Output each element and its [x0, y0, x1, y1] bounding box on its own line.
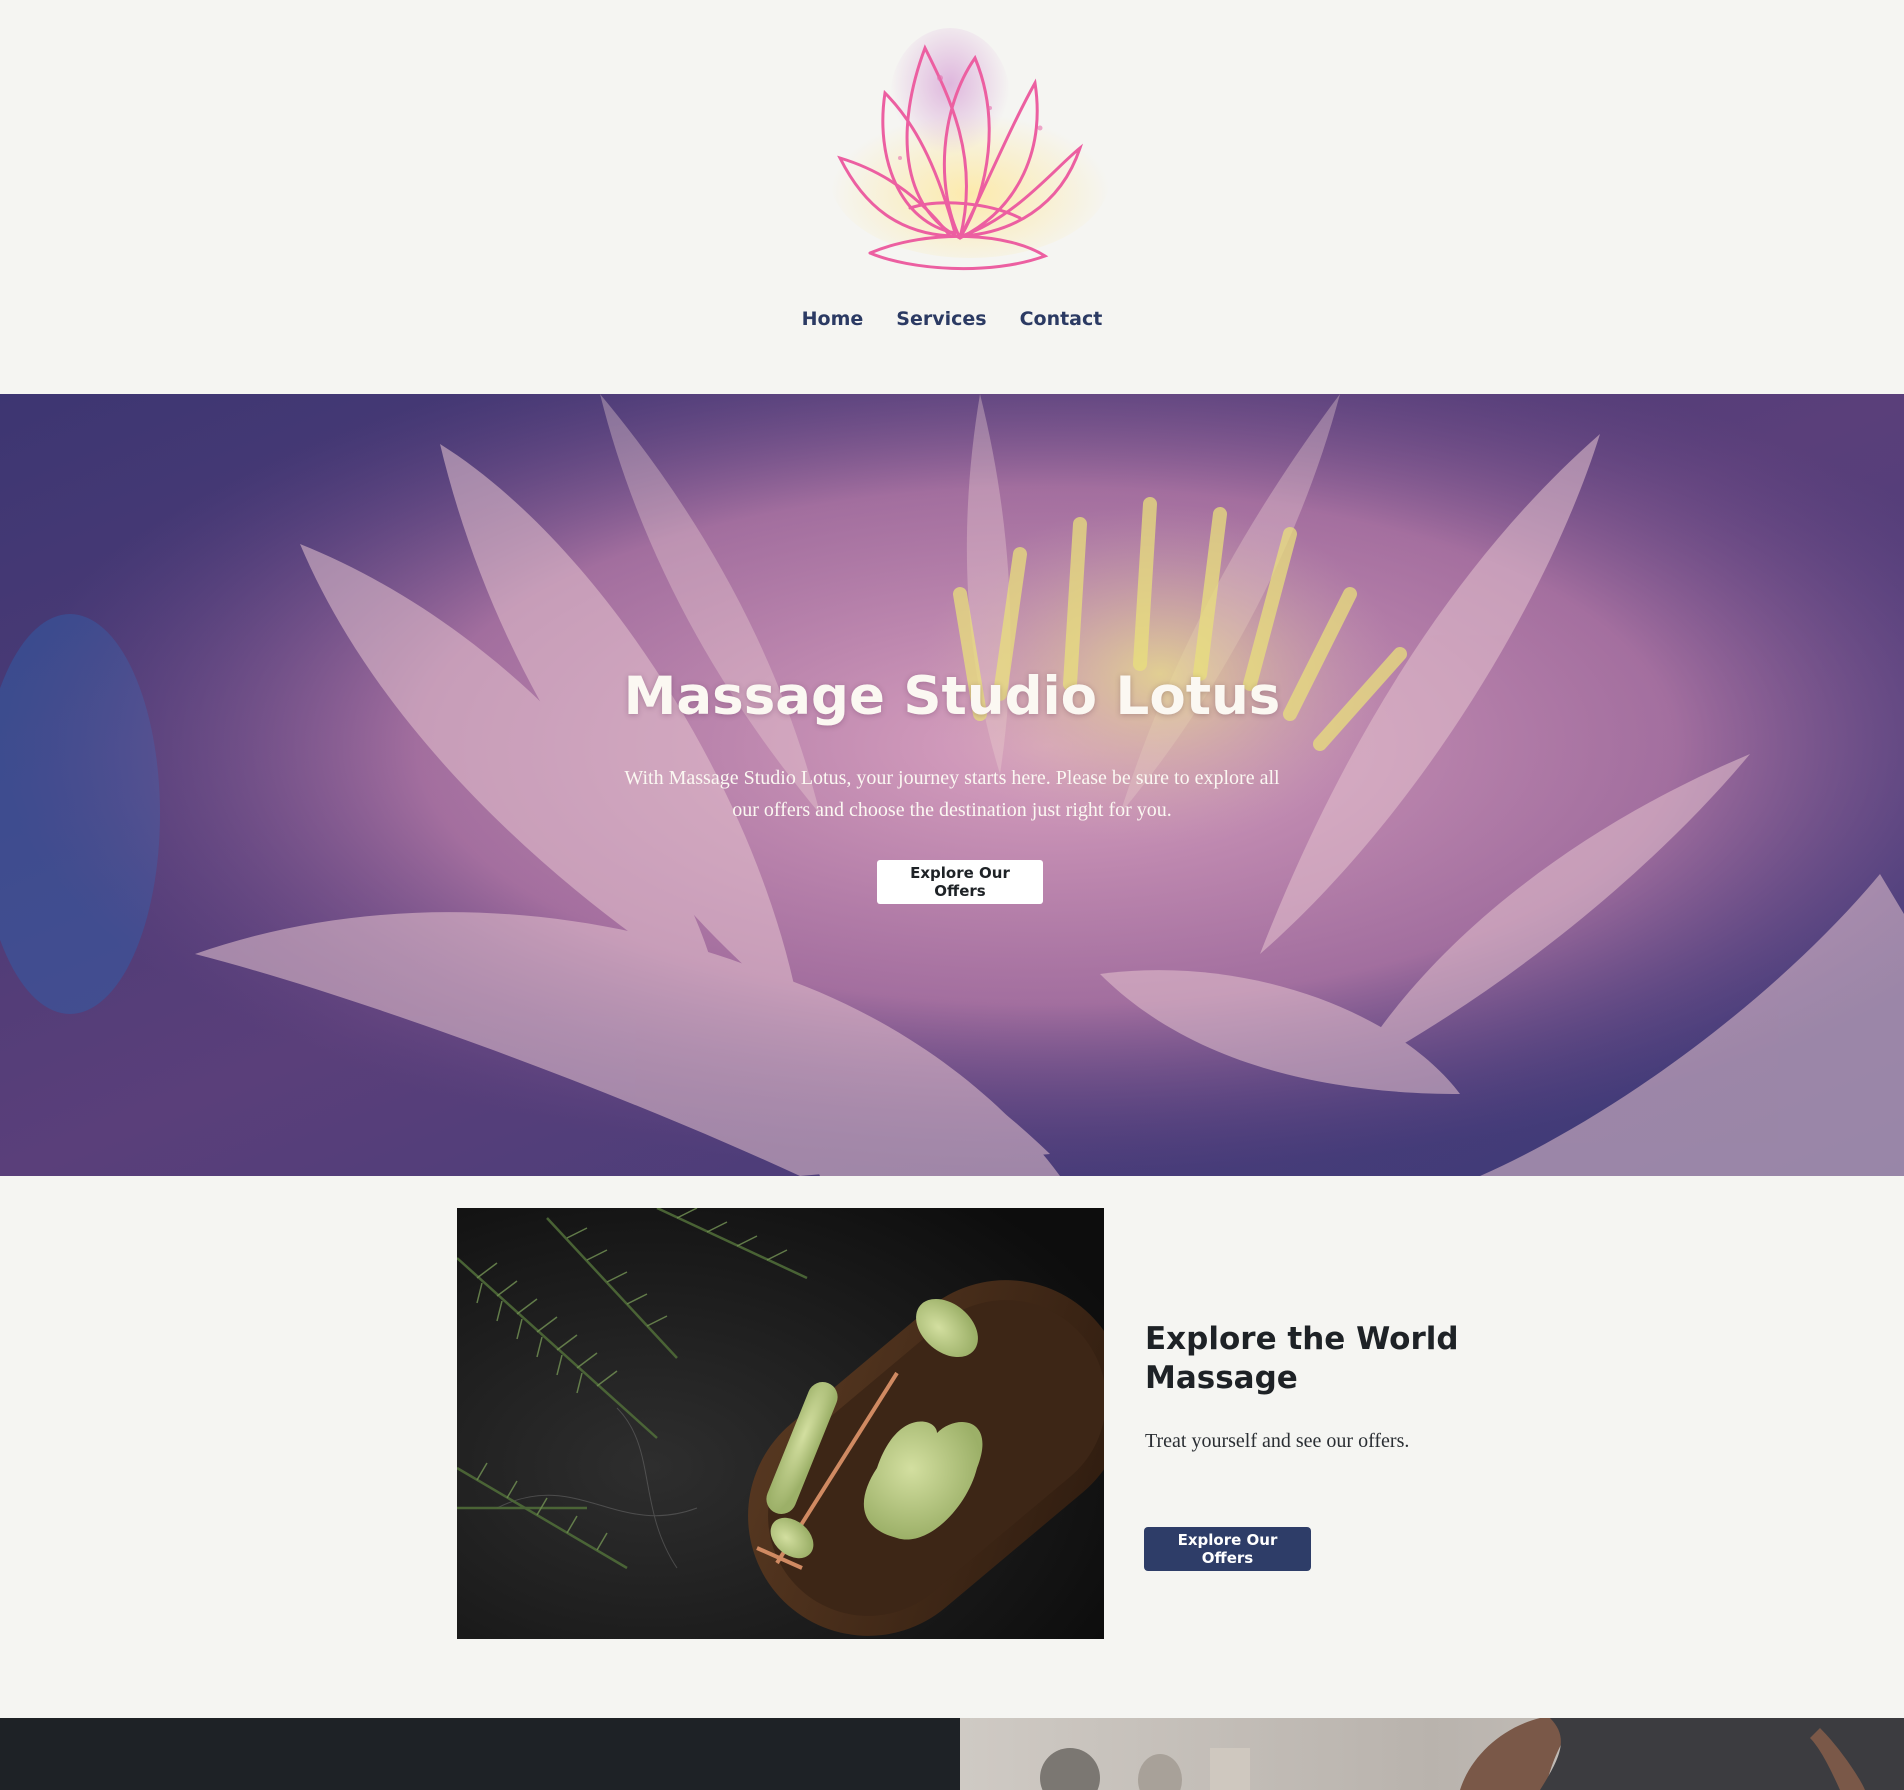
main-nav: Home Services Contact [0, 308, 1904, 330]
feature-jade-roller-image [457, 1208, 1104, 1639]
feature-title-line-1: Explore the World [1145, 1321, 1459, 1357]
feature-title: Explore the World Massage [1145, 1320, 1505, 1398]
bottom-dark-panel [0, 1718, 960, 1790]
nav-contact[interactable]: Contact [1020, 308, 1103, 330]
nav-home[interactable]: Home [802, 308, 864, 330]
hero-description: With Massage Studio Lotus, your journey … [590, 762, 1314, 826]
feature-explore-offers-button[interactable]: Explore Our Offers [1144, 1527, 1311, 1571]
feature-description: Treat yourself and see our offers. [1145, 1430, 1410, 1452]
lotus-logo-icon[interactable] [790, 8, 1130, 283]
hero-description-line-2: our offers and choose the destination ju… [732, 799, 1172, 821]
hero-description-line-1: With Massage Studio Lotus, your journey … [624, 767, 1280, 789]
hero-explore-offers-button[interactable]: Explore Our Offers [877, 860, 1043, 904]
site-header: Home Services Contact [0, 0, 1904, 394]
feature-title-line-2: Massage [1145, 1360, 1298, 1396]
hero-title: Massage Studio Lotus [623, 666, 1281, 727]
nav-services[interactable]: Services [896, 308, 986, 330]
bottom-massage-photo [960, 1718, 1904, 1790]
hero-section: Massage Studio Lotus With Massage Studio… [0, 394, 1904, 1176]
